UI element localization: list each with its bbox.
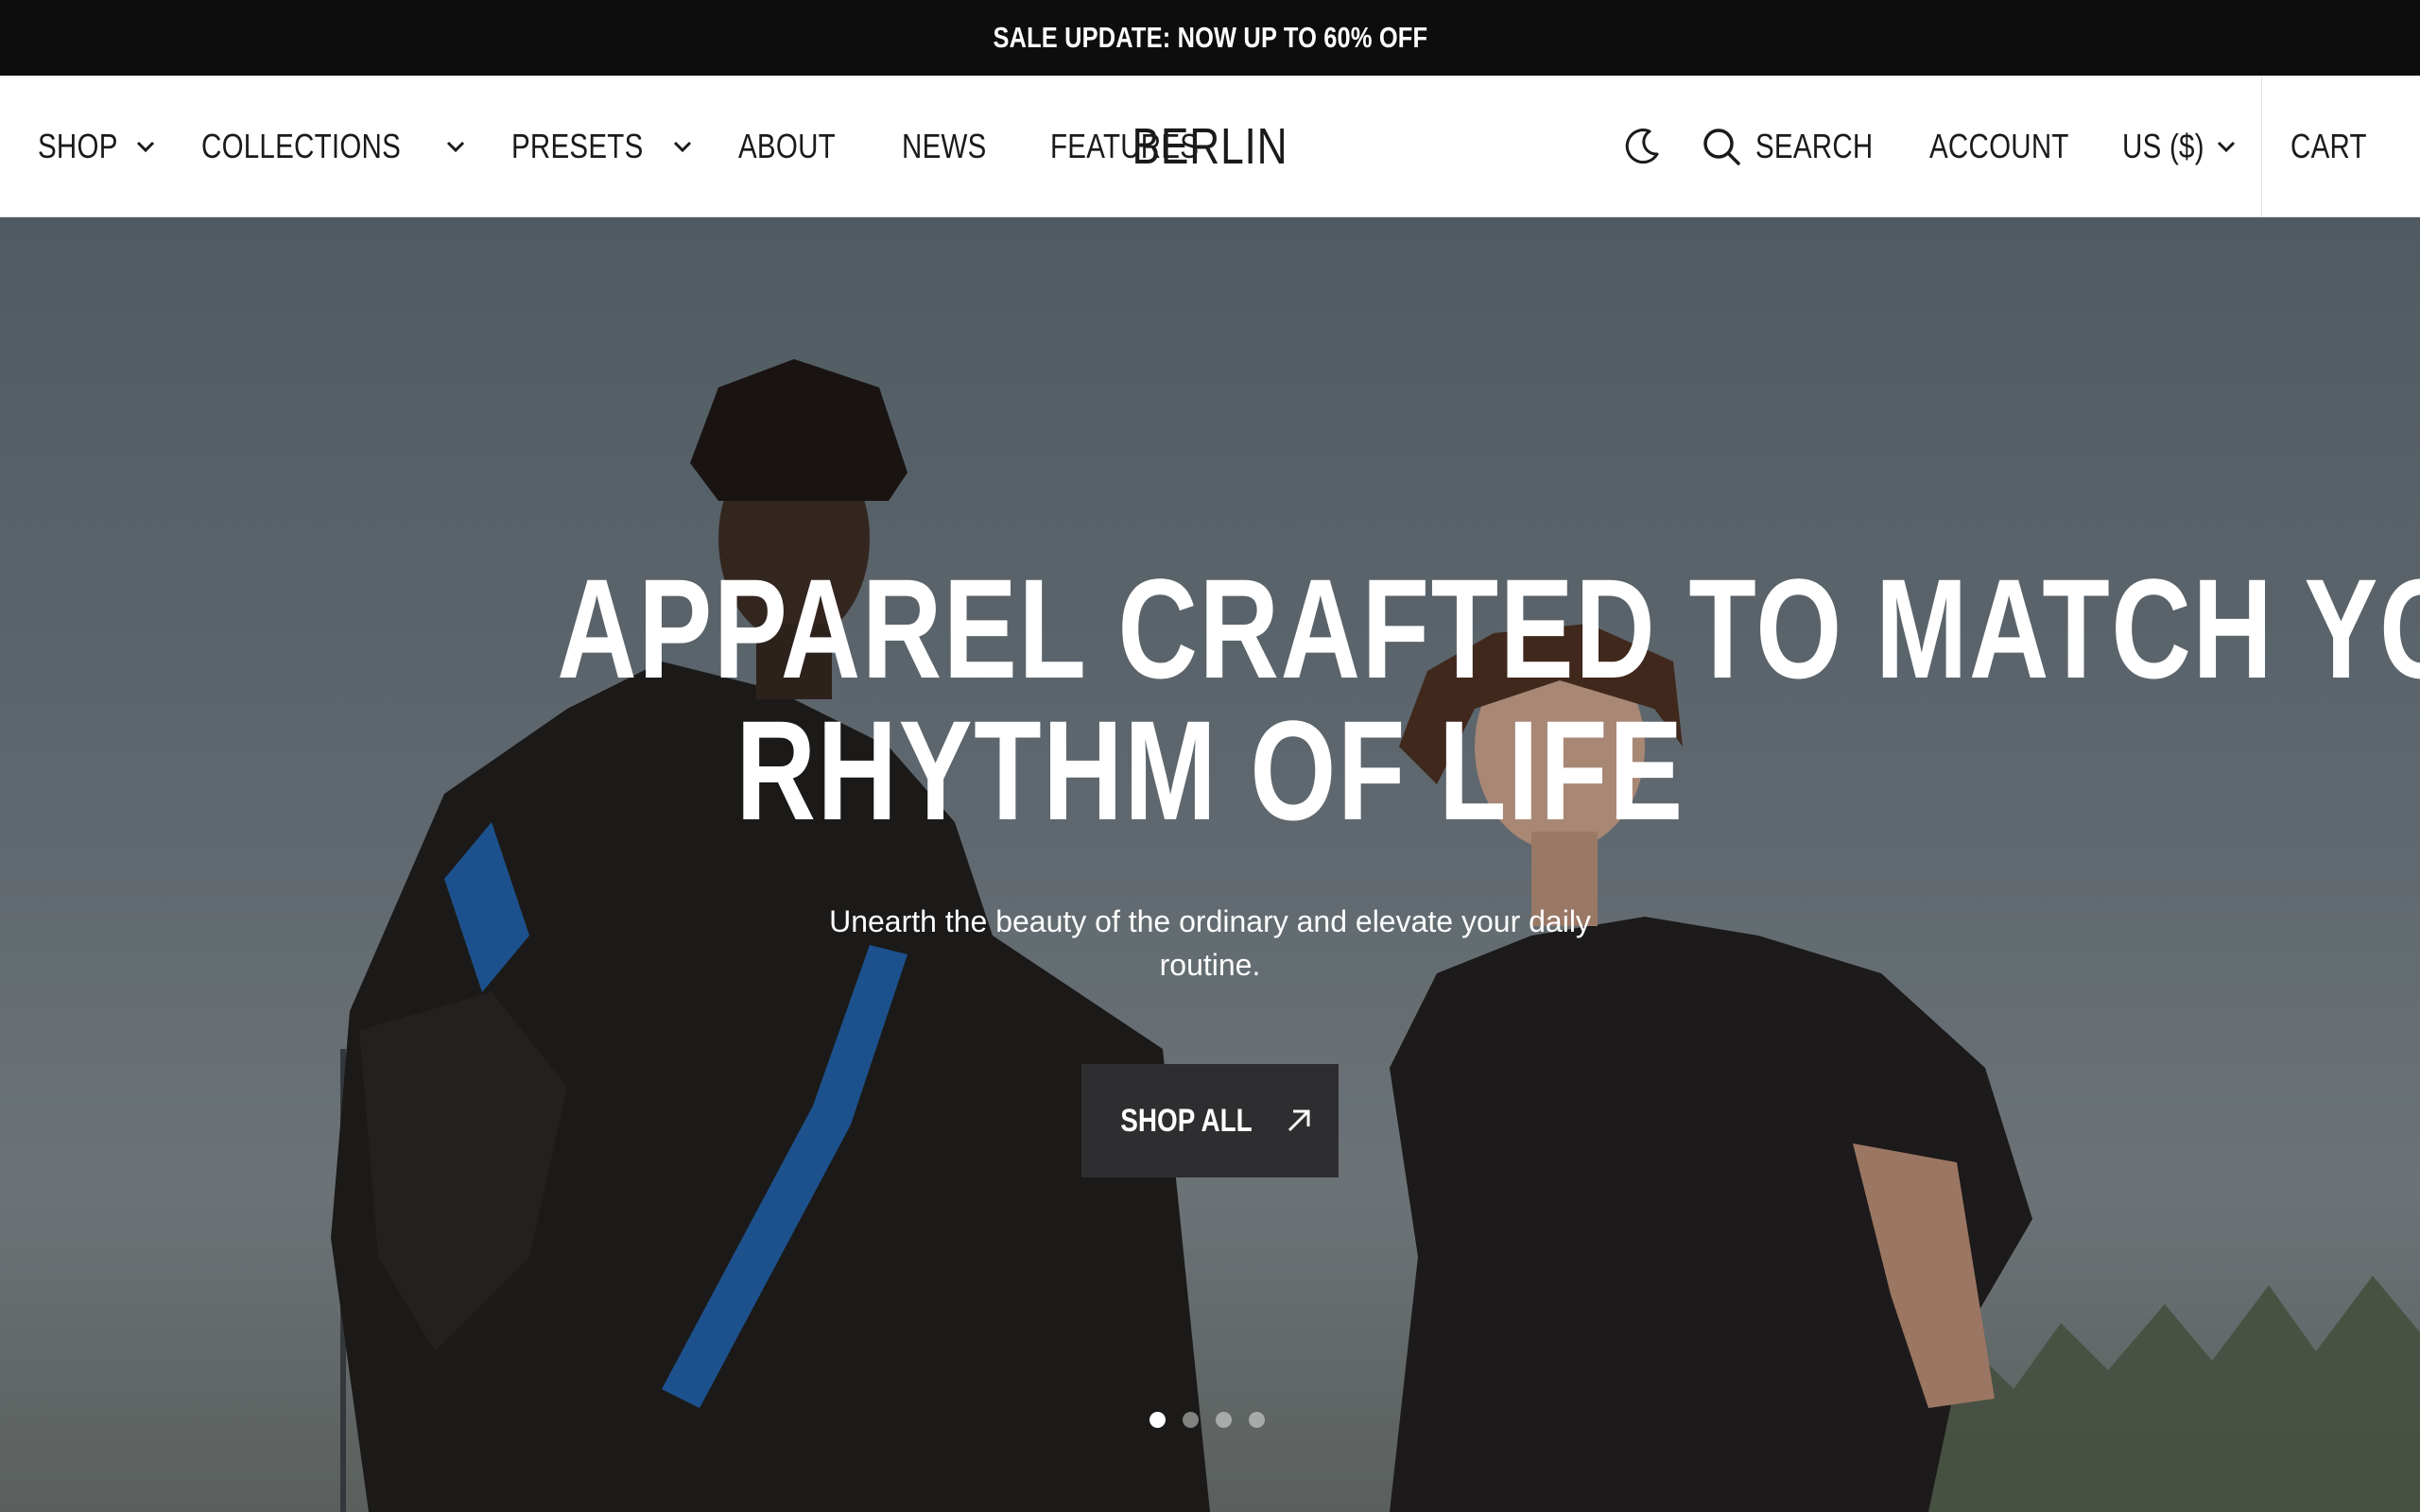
theme-toggle-button[interactable]: [1621, 126, 1663, 167]
site-header: SHOP COLLECTIONS PRESETS ABOUT NEWS FEAT…: [0, 76, 2420, 217]
hero-subtitle: Unearth the beauty of the ordinary and e…: [829, 904, 1591, 982]
shop-all-button[interactable]: SHOP ALL: [1081, 1064, 1339, 1177]
slideshow-pagination: [1150, 1412, 1265, 1428]
search-button[interactable]: SEARCH: [1701, 126, 1899, 167]
moon-icon: [1625, 129, 1659, 164]
chevron-down-icon: [137, 141, 155, 153]
hero-overlay: [0, 217, 2420, 1512]
header-divider: [2261, 76, 2263, 217]
nav-item-presets[interactable]: PRESETS: [511, 127, 693, 166]
chevron-down-icon: [2218, 141, 2236, 153]
nav-label-presets: PRESETS: [510, 127, 644, 165]
nav-label-news: NEWS: [902, 127, 987, 165]
logo-text: BERLIN: [1132, 118, 1288, 175]
nav-label-collections: COLLECTIONS: [201, 127, 402, 165]
hero-title: APPAREL CRAFTED TO MATCH YOUR RHYTHM OF …: [265, 558, 2420, 850]
cart-label: CART: [2290, 127, 2368, 165]
cart-link[interactable]: CART: [2290, 127, 2384, 166]
announcement-bar: SALE UPDATE: NOW UP TO 60% OFF: [0, 0, 2420, 76]
nav-item-about[interactable]: ABOUT: [738, 127, 857, 166]
account-label: ACCOUNT: [1928, 127, 2069, 165]
slide-dot-3[interactable]: [1216, 1412, 1232, 1428]
chevron-down-icon: [673, 141, 691, 153]
search-label: SEARCH: [1754, 127, 1874, 165]
hero-title-line1: APPAREL CRAFTED TO MATCH YOUR: [557, 549, 2420, 708]
slide-dot-2[interactable]: [1183, 1412, 1199, 1428]
account-link[interactable]: ACCOUNT: [1929, 127, 2100, 166]
currency-label: US ($): [2121, 127, 2204, 165]
search-icon: [1703, 129, 1740, 165]
slide-dot-4[interactable]: [1249, 1412, 1265, 1428]
chevron-down-icon: [446, 141, 464, 153]
hero-banner: APPAREL CRAFTED TO MATCH YOUR RHYTHM OF …: [0, 217, 2420, 1512]
announcement-text: SALE UPDATE: NOW UP TO 60% OFF: [993, 21, 1427, 54]
slide-dot-1[interactable]: [1150, 1412, 1166, 1428]
currency-selector[interactable]: US ($): [2122, 127, 2238, 166]
nav-item-shop[interactable]: SHOP: [38, 127, 156, 166]
shop-all-label: SHOP ALL: [1120, 1102, 1253, 1139]
nav-item-news[interactable]: NEWS: [902, 127, 1005, 166]
site-logo[interactable]: BERLIN: [1115, 76, 1305, 217]
nav-item-collections[interactable]: COLLECTIONS: [201, 127, 465, 166]
arrow-up-right-icon: [1288, 1109, 1310, 1132]
hero-title-line2: RHYTHM OF LIFE: [735, 691, 1685, 850]
main-nav: SHOP COLLECTIONS PRESETS ABOUT NEWS FEAT…: [38, 76, 1232, 217]
nav-label-about: ABOUT: [737, 127, 836, 165]
nav-label-shop: SHOP: [38, 127, 118, 165]
header-actions: SEARCH ACCOUNT US ($) CART: [1621, 76, 2420, 217]
